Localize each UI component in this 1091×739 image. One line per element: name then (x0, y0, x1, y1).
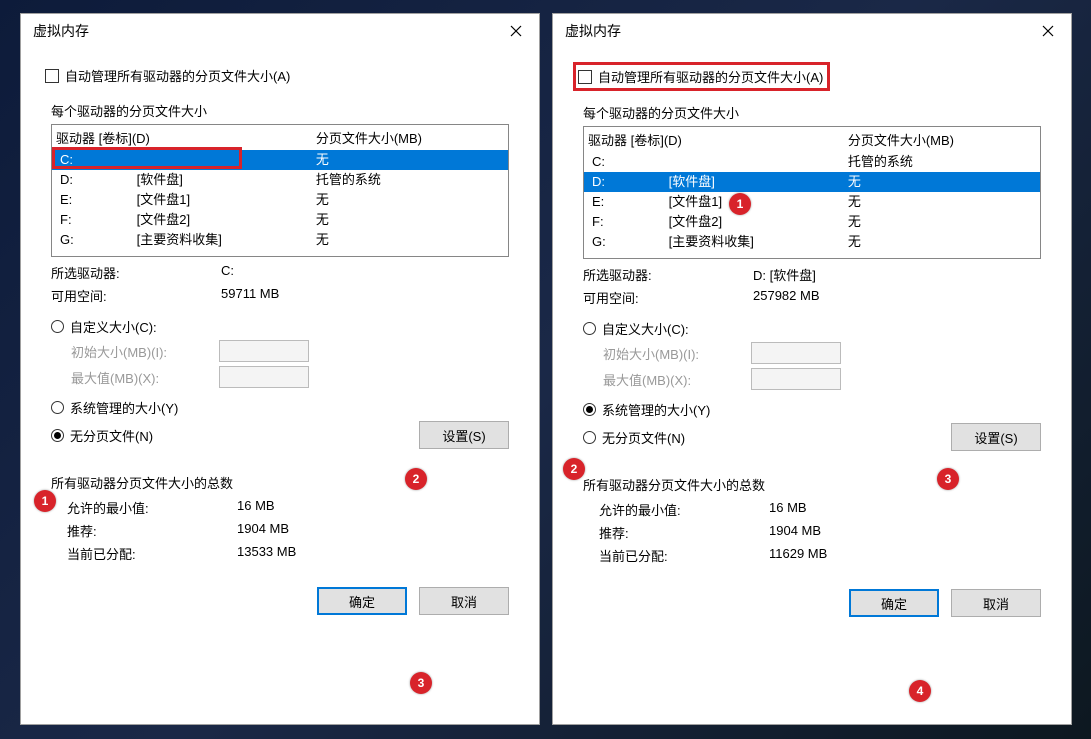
totals-title: 所有驱动器分页文件大小的总数 (583, 475, 1041, 494)
selected-drive-row: 所选驱动器: C: (51, 263, 509, 282)
ok-button[interactable]: 确定 (317, 587, 407, 615)
virtual-memory-dialog-left: 虚拟内存 自动管理所有驱动器的分页文件大小(A) 每个驱动器的分页文件大小 驱动… (20, 13, 540, 725)
dialog-title: 虚拟内存 (33, 21, 89, 41)
custom-size-label: 自定义大小(C): (70, 317, 157, 336)
col-drive: 驱动器 [卷标](D) (56, 128, 316, 147)
max-size-row: 最大值(MB)(X): (71, 366, 519, 388)
free-space-row: 可用空间: 257982 MB (583, 288, 1041, 307)
footer-buttons: 确定 取消 (41, 587, 509, 615)
titlebar: 虚拟内存 (553, 14, 1071, 48)
drive-listbox[interactable]: 驱动器 [卷标](D) 分页文件大小(MB) C: 托管的系统 D: [软件盘]… (583, 126, 1041, 259)
current-row: 当前已分配: 11629 MB (599, 546, 1041, 565)
annotation-badge-1: 1 (34, 490, 56, 512)
initial-size-row: 初始大小(MB)(I): (603, 342, 1051, 364)
recommended-row: 推荐: 1904 MB (67, 521, 509, 540)
custom-size-radio[interactable] (51, 320, 64, 333)
system-managed-radio[interactable] (583, 403, 596, 416)
drive-row-c[interactable]: C: 无 (52, 150, 508, 170)
set-button[interactable]: 设置(S) (951, 423, 1041, 451)
drive-row-d[interactable]: D: [软件盘] 托管的系统 (52, 170, 508, 190)
system-managed-label: 系统管理的大小(Y) (602, 400, 710, 419)
auto-manage-row-highlight: 自动管理所有驱动器的分页文件大小(A) (573, 62, 830, 91)
drive-row-e[interactable]: E: [文件盘1] 无 (52, 190, 508, 210)
drive-row-f[interactable]: F: [文件盘2] 无 (584, 212, 1040, 232)
cancel-button[interactable]: 取消 (951, 589, 1041, 617)
no-paging-radio[interactable] (583, 431, 596, 444)
free-space-value: 59711 MB (221, 286, 509, 305)
set-button[interactable]: 设置(S) (419, 421, 509, 449)
close-button[interactable] (493, 16, 539, 46)
drive-list-header: 驱动器 [卷标](D) 分页文件大小(MB) (52, 125, 508, 150)
per-drive-section-label: 每个驱动器的分页文件大小 (51, 101, 519, 120)
selected-drive-value: C: (221, 263, 509, 282)
auto-manage-checkbox[interactable] (45, 69, 59, 83)
system-managed-radio-row[interactable]: 系统管理的大小(Y) (583, 400, 1051, 419)
titlebar: 虚拟内存 (21, 14, 539, 48)
auto-manage-row[interactable]: 自动管理所有驱动器的分页文件大小(A) (41, 62, 294, 89)
drive-row-g[interactable]: G: [主要资料收集] 无 (584, 232, 1040, 252)
system-managed-radio[interactable] (51, 401, 64, 414)
annotation-badge-3: 3 (937, 468, 959, 490)
dialog-title: 虚拟内存 (565, 21, 621, 41)
custom-size-radio-row[interactable]: 自定义大小(C): (51, 317, 519, 336)
min-allowed-row: 允许的最小值: 16 MB (599, 500, 1041, 519)
auto-manage-label: 自动管理所有驱动器的分页文件大小(A) (598, 67, 823, 86)
drive-row-f[interactable]: F: [文件盘2] 无 (52, 210, 508, 230)
custom-size-radio[interactable] (583, 322, 596, 335)
totals-group: 所有驱动器分页文件大小的总数 允许的最小值: 16 MB 推荐: 1904 MB… (577, 473, 1047, 569)
max-size-input[interactable] (219, 366, 309, 388)
drive-list-header: 驱动器 [卷标](D) 分页文件大小(MB) (584, 127, 1040, 152)
virtual-memory-dialog-right: 虚拟内存 自动管理所有驱动器的分页文件大小(A) 每个驱动器的分页文件大小 驱动… (552, 13, 1072, 725)
annotation-badge-3: 3 (410, 672, 432, 694)
initial-size-input[interactable] (219, 340, 309, 362)
current-row: 当前已分配: 13533 MB (67, 544, 509, 563)
footer-buttons: 确定 取消 (573, 589, 1041, 617)
annotation-badge-4: 4 (909, 680, 931, 702)
drive-listbox[interactable]: 驱动器 [卷标](D) 分页文件大小(MB) C: 无 D: [软件盘] 托管的… (51, 124, 509, 257)
max-size-row: 最大值(MB)(X): (603, 368, 1051, 390)
col-page: 分页文件大小(MB) (848, 130, 1036, 149)
initial-size-row: 初始大小(MB)(I): (71, 340, 519, 362)
recommended-row: 推荐: 1904 MB (599, 523, 1041, 542)
custom-size-radio-row[interactable]: 自定义大小(C): (583, 319, 1051, 338)
per-drive-section-label: 每个驱动器的分页文件大小 (583, 103, 1051, 122)
min-allowed-row: 允许的最小值: 16 MB (67, 498, 509, 517)
selected-drive-row: 所选驱动器: D: [软件盘] (583, 265, 1041, 284)
col-page: 分页文件大小(MB) (316, 128, 504, 147)
ok-button[interactable]: 确定 (849, 589, 939, 617)
max-size-input[interactable] (751, 368, 841, 390)
close-button[interactable] (1025, 16, 1071, 46)
free-space-row: 可用空间: 59711 MB (51, 286, 509, 305)
drive-row-c[interactable]: C: 托管的系统 (584, 152, 1040, 172)
totals-title: 所有驱动器分页文件大小的总数 (51, 473, 509, 492)
auto-manage-label: 自动管理所有驱动器的分页文件大小(A) (65, 66, 290, 85)
system-managed-radio-row[interactable]: 系统管理的大小(Y) (51, 398, 519, 417)
no-paging-radio-row[interactable]: 无分页文件(N) (583, 428, 685, 447)
no-paging-label: 无分页文件(N) (602, 428, 685, 447)
auto-manage-checkbox[interactable] (578, 70, 592, 84)
close-icon (510, 25, 522, 37)
no-paging-radio[interactable] (51, 429, 64, 442)
annotation-badge-1: 1 (729, 193, 751, 215)
drive-row-d[interactable]: D: [软件盘] 无 (584, 172, 1040, 192)
annotation-badge-2: 2 (563, 458, 585, 480)
no-paging-label: 无分页文件(N) (70, 426, 153, 445)
col-drive: 驱动器 [卷标](D) (588, 130, 848, 149)
system-managed-label: 系统管理的大小(Y) (70, 398, 178, 417)
no-paging-radio-row[interactable]: 无分页文件(N) (51, 426, 153, 445)
drive-row-e[interactable]: E: [文件盘1] 无 (584, 192, 1040, 212)
drive-row-g[interactable]: G: [主要资料收集] 无 (52, 230, 508, 250)
close-icon (1042, 25, 1054, 37)
free-space-value: 257982 MB (753, 288, 1041, 307)
selected-drive-value: D: [软件盘] (753, 265, 1041, 284)
custom-size-label: 自定义大小(C): (602, 319, 689, 338)
annotation-badge-2: 2 (405, 468, 427, 490)
cancel-button[interactable]: 取消 (419, 587, 509, 615)
initial-size-input[interactable] (751, 342, 841, 364)
totals-group: 所有驱动器分页文件大小的总数 允许的最小值: 16 MB 推荐: 1904 MB… (45, 471, 515, 567)
